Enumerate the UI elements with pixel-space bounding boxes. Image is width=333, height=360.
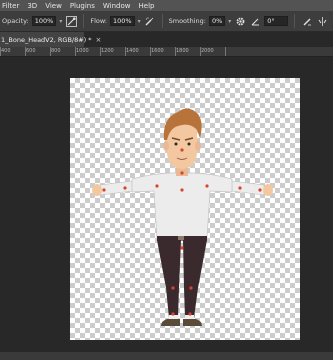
right-ear (195, 141, 201, 151)
menu-bar: Filter 3D View Plugins Window Help (0, 0, 333, 11)
ruler-major-tick (225, 47, 226, 56)
smoothing-input[interactable]: 0% (208, 16, 226, 26)
opacity-label: Opacity: (2, 17, 29, 25)
ruler-label: 800 (51, 48, 61, 54)
left-ear (163, 141, 169, 151)
menu-plugins[interactable]: Plugins (70, 2, 95, 10)
document-canvas[interactable] (70, 78, 300, 340)
menu-filter[interactable]: Filter (2, 2, 19, 10)
bone-pin-right-ankle[interactable] (188, 312, 192, 316)
document-tab-title: 1_Bone_HeadV2, RGB/8#) * (1, 35, 92, 44)
bone-pin-head[interactable] (180, 148, 184, 152)
document-tab[interactable]: 1_Bone_HeadV2, RGB/8#) * × (0, 32, 101, 47)
smoothing-label: Smoothing: (168, 17, 206, 25)
bone-pin-right-elbow[interactable] (238, 186, 242, 190)
ruler-label: 2000 (201, 48, 214, 54)
menu-help[interactable]: Help (139, 2, 155, 10)
bone-pin-hip[interactable] (180, 246, 184, 250)
airbrush-icon[interactable] (144, 15, 156, 27)
bone-pin-right-knee[interactable] (189, 286, 193, 290)
character-artwork (92, 108, 273, 326)
left-leg (157, 240, 181, 318)
right-eye (187, 142, 191, 146)
left-hand (92, 184, 102, 196)
ruler-label: 1800 (176, 48, 189, 54)
ruler-label: 1200 (101, 48, 114, 54)
divider (294, 14, 296, 28)
opacity-input[interactable]: 100% (31, 16, 57, 26)
angle-icon (249, 15, 261, 27)
status-bar (0, 352, 333, 360)
divider (83, 14, 85, 28)
close-icon[interactable]: × (96, 36, 102, 44)
bone-pin-left-knee[interactable] (171, 286, 175, 290)
menu-window[interactable]: Window (103, 2, 131, 10)
pressure-opacity-icon[interactable] (65, 15, 77, 27)
pressure-size-icon[interactable] (301, 15, 313, 27)
flow-input[interactable]: 100% (110, 16, 135, 26)
bone-pin-left-shoulder[interactable] (155, 184, 159, 188)
ruler-label: 1400 (126, 48, 139, 54)
horizontal-ruler: 400 600 800 1000 1200 1400 1600 1800 200… (0, 47, 333, 57)
ruler-label: 600 (26, 48, 36, 54)
gear-icon[interactable] (234, 15, 246, 27)
opacity-dropdown-icon[interactable]: ▾ (59, 18, 62, 25)
right-leg (183, 240, 207, 318)
workspace[interactable] (0, 57, 333, 360)
angle-input[interactable]: 0° (264, 16, 289, 26)
menu-3d[interactable]: 3D (27, 2, 37, 10)
shirt (131, 172, 233, 239)
divider (161, 14, 163, 28)
flow-label: Flow: (90, 17, 108, 25)
ruler-label: 400 (1, 48, 11, 54)
menu-view[interactable]: View (45, 2, 62, 10)
ruler-label: 1600 (151, 48, 164, 54)
bone-pin-right-wrist[interactable] (258, 188, 262, 192)
left-arm (99, 180, 133, 196)
bone-pin-chest[interactable] (180, 188, 184, 192)
left-eye (174, 142, 178, 146)
bone-pin-left-ankle[interactable] (171, 312, 175, 316)
right-arm (231, 180, 265, 196)
left-shoe (161, 319, 180, 326)
options-bar: Opacity: 100% ▾ Flow: 100% ▾ Smoothing: … (0, 11, 333, 32)
flow-dropdown-icon[interactable]: ▾ (138, 18, 141, 25)
document-tab-bar: 1_Bone_HeadV2, RGB/8#) * × (0, 32, 333, 47)
bone-pin-left-elbow[interactable] (123, 186, 127, 190)
right-shoe (183, 319, 202, 326)
bone-pin-right-shoulder[interactable] (205, 184, 209, 188)
symmetry-icon[interactable] (316, 15, 328, 27)
ruler-label: 1000 (76, 48, 89, 54)
right-hand (263, 184, 273, 196)
bone-pin-left-wrist[interactable] (102, 188, 106, 192)
smoothing-dropdown-icon[interactable]: ▾ (228, 18, 231, 25)
bone-pin-neck[interactable] (180, 171, 184, 175)
